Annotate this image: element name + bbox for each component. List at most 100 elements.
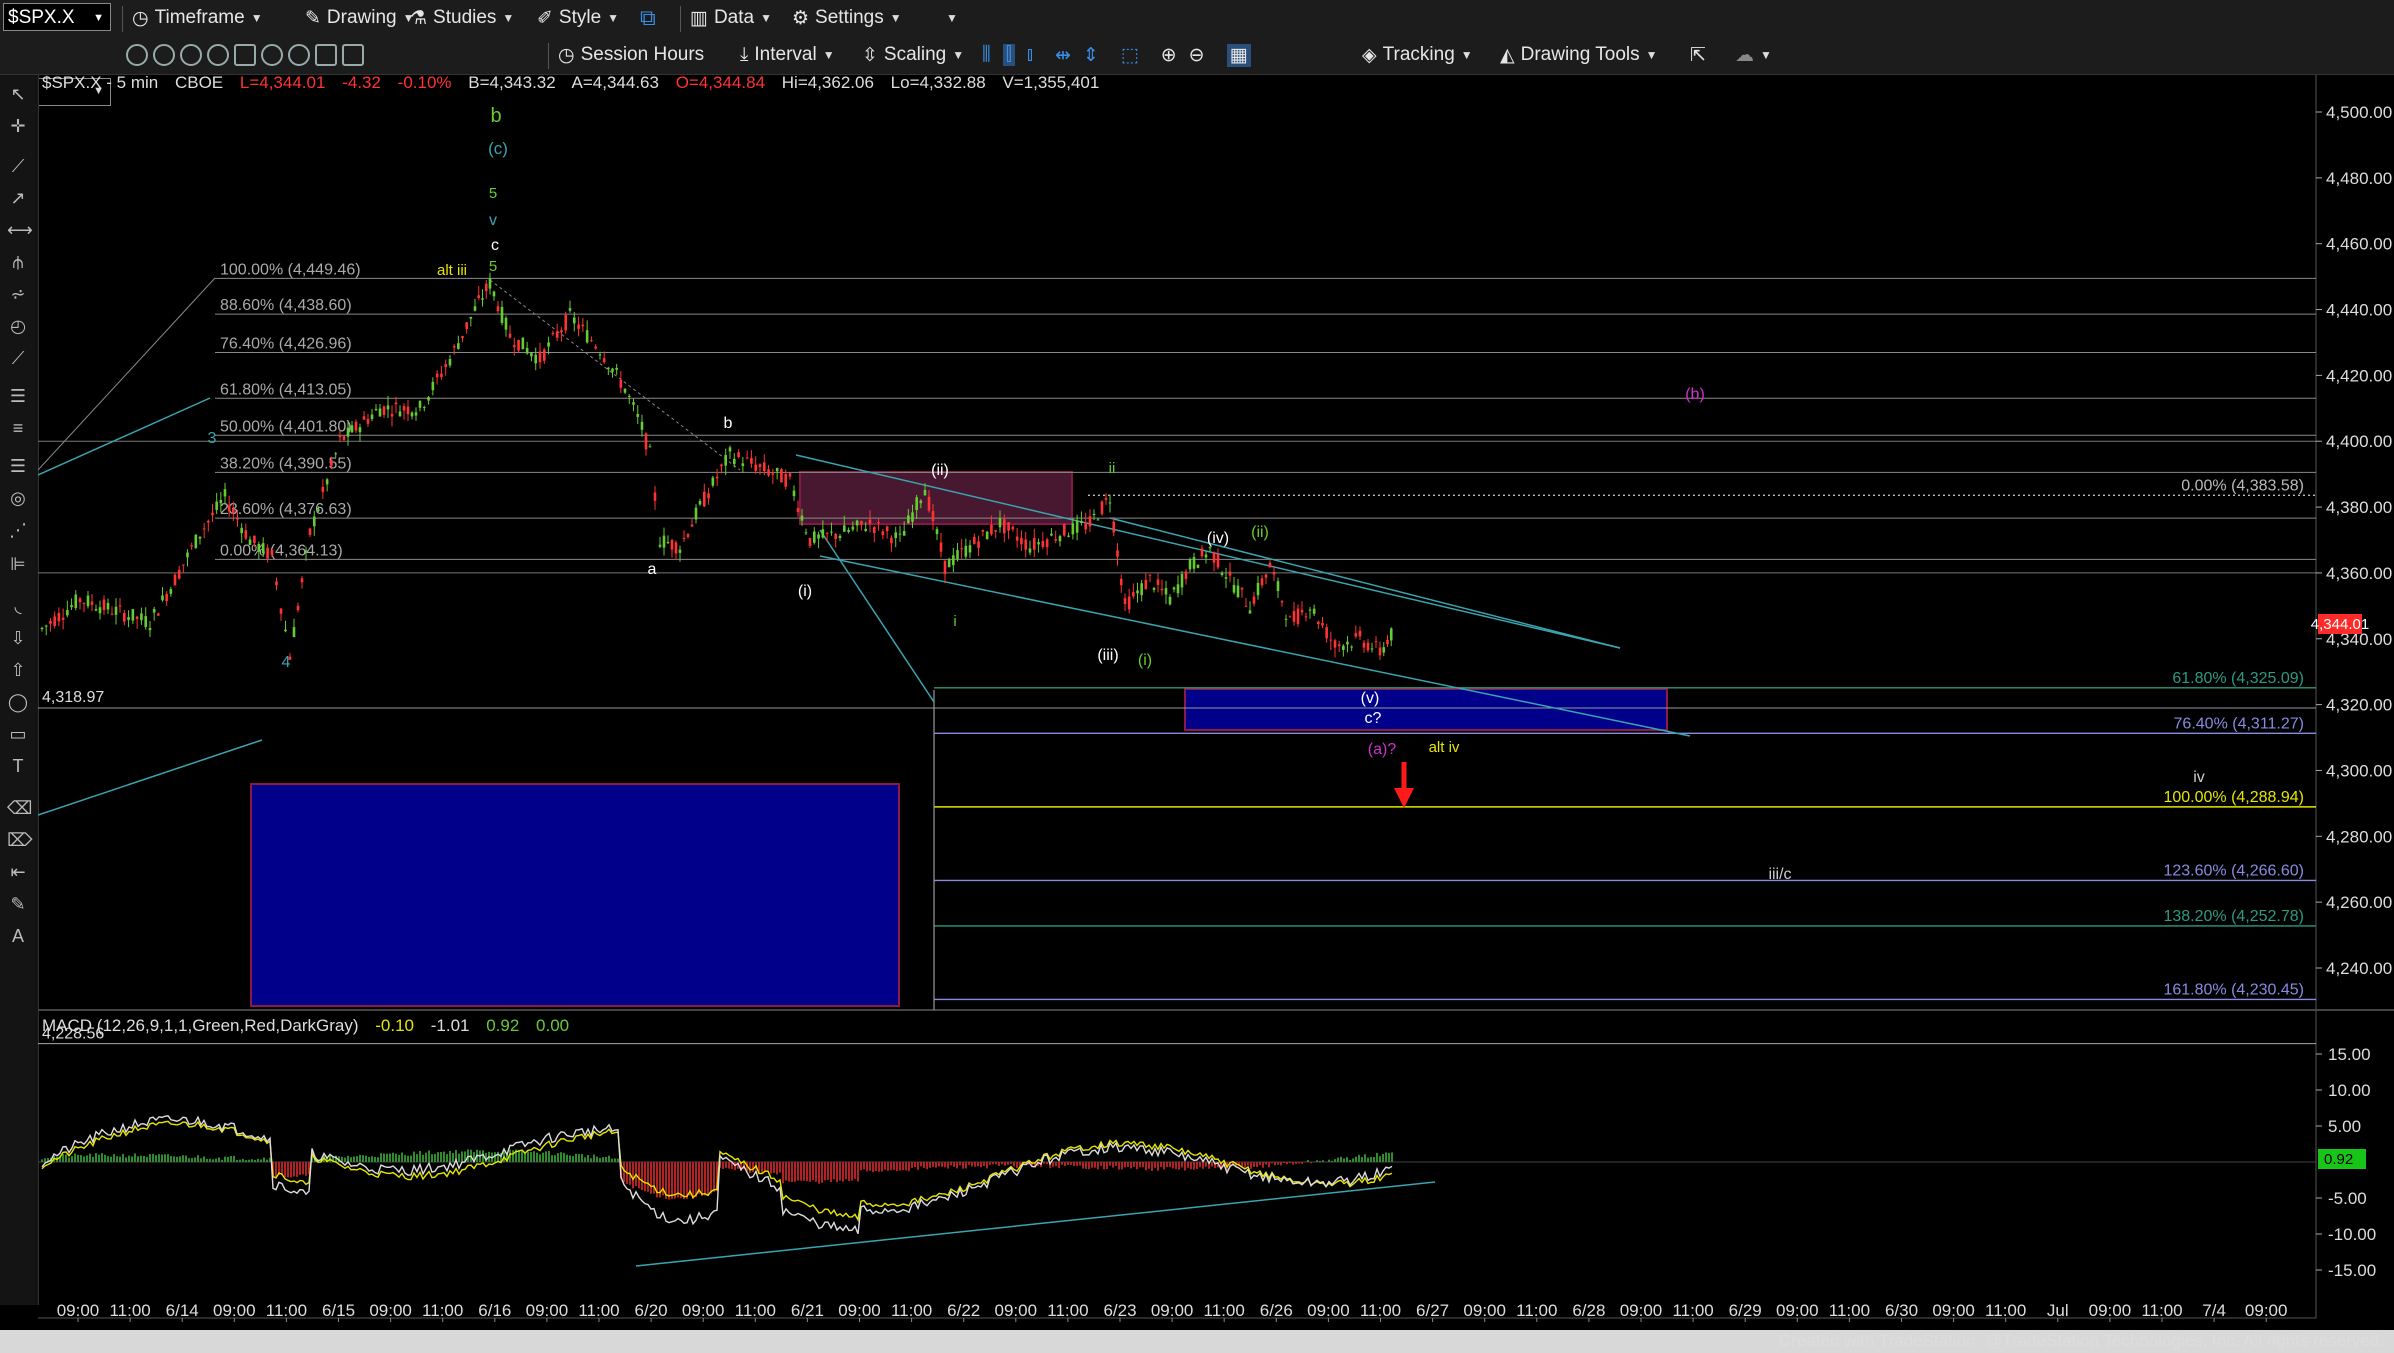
- export-button[interactable]: ⇱: [1690, 43, 1706, 67]
- candle-type-icon[interactable]: ⫿: [1002, 44, 1015, 66]
- timeframe-menu[interactable]: ◷ Timeframe ▼: [132, 6, 263, 30]
- speed-line-icon[interactable]: ⟋: [7, 347, 29, 369]
- symbol-selector[interactable]: $SPX.X ▼: [3, 3, 111, 31]
- trend-line[interactable]: [38, 397, 211, 476]
- gann-icon[interactable]: ☰: [7, 455, 29, 477]
- trend-line[interactable]: [819, 529, 935, 703]
- candle-body: [881, 531, 885, 536]
- zoom-in-icon[interactable]: ⊕: [1161, 44, 1177, 67]
- text-tool-icon[interactable]: T: [7, 755, 29, 777]
- erase-all-icon[interactable]: ⌦: [7, 829, 32, 851]
- image-icon[interactable]: [342, 44, 364, 66]
- macd-histogram-bar: [1271, 1162, 1273, 1164]
- fib-retracement-icon[interactable]: ⩫: [7, 283, 29, 305]
- horizontal-line-icon[interactable]: ⟷: [7, 219, 33, 241]
- drawing-menu[interactable]: ✎ Drawing ▼: [305, 6, 415, 30]
- wave-label: ii: [1109, 460, 1116, 477]
- price-chart[interactable]: 100.00% (4,449.46) 88.60% (4,438.60) 76.40…: [38, 75, 2394, 1330]
- macd-histogram-bar: [980, 1162, 982, 1168]
- macd-histogram-bar: [1355, 1156, 1357, 1162]
- target-zone-right[interactable]: [1184, 688, 1668, 731]
- macd-tick-label: 10.00: [2328, 1081, 2371, 1100]
- wave-label: b: [490, 105, 501, 127]
- candle-body: [935, 529, 939, 535]
- trend-line[interactable]: [795, 454, 1621, 649]
- crosshair-icon[interactable]: ✛: [7, 115, 29, 137]
- macd-histogram-bar: [1142, 1162, 1144, 1168]
- circle-icon[interactable]: [180, 44, 202, 66]
- snap-icon[interactable]: ⇤: [7, 861, 29, 883]
- candle-body: [568, 308, 572, 311]
- ray-icon[interactable]: ↗: [7, 187, 29, 209]
- macd-histogram-bar: [821, 1162, 823, 1183]
- macd-histogram-bar: [704, 1162, 706, 1196]
- target-icon[interactable]: ◎: [7, 487, 29, 509]
- zoom-y-icon[interactable]: ⇕: [1083, 44, 1099, 67]
- arrow-up-icon[interactable]: ⇧: [7, 659, 29, 681]
- style-menu[interactable]: ✐ Style ▼: [537, 6, 619, 30]
- grid-icon[interactable]: ▦: [1226, 43, 1251, 67]
- wave-label: alt iv: [1429, 739, 1460, 756]
- table-icon[interactable]: [315, 44, 337, 66]
- regression-icon[interactable]: ≡: [7, 417, 29, 439]
- macd-histogram-bar: [707, 1162, 709, 1197]
- eraser-icon[interactable]: ⌫: [7, 797, 32, 819]
- data-menu[interactable]: ▥ Data ▼: [690, 6, 772, 30]
- text-line-icon[interactable]: ⊫: [7, 553, 29, 575]
- macd-histogram-bar: [176, 1156, 178, 1162]
- arc-icon[interactable]: ◟: [7, 595, 29, 617]
- time-tick-label: 11:00: [735, 1301, 776, 1320]
- macd-histogram-bar: [1298, 1162, 1300, 1164]
- resistance-zone[interactable]: [799, 471, 1073, 525]
- arrow-down-icon[interactable]: ⇩: [7, 627, 29, 649]
- macd-histogram-bar: [605, 1156, 607, 1162]
- time-axis[interactable]: 09:00 11:00 6/14 09:00 11:00 6/15 09:00 11:00 6/…: [57, 1301, 2288, 1322]
- candle-body: [1296, 608, 1300, 624]
- cycle-icon[interactable]: ◴: [7, 315, 29, 337]
- trend-line[interactable]: [635, 1181, 1436, 1267]
- zoom-x-icon[interactable]: ⇹: [1055, 44, 1071, 67]
- circle-icon[interactable]: [126, 44, 148, 66]
- secondary-toolbar: ▼ ◷ Session Hours ⤓ Interval ▼ ⇳ Scaling ▼ ⫼ …: [0, 37, 2394, 106]
- studies-menu[interactable]: ⚗ Studies ▼: [410, 6, 514, 30]
- macd-histogram-bar: [854, 1162, 856, 1179]
- settings-menu[interactable]: ⚙ Settings ▼: [792, 6, 902, 30]
- session-hours-button[interactable]: ◷ Session Hours: [558, 43, 704, 67]
- ellipse-icon[interactable]: ◯: [7, 691, 29, 713]
- fib-extension-icon[interactable]: ☰: [7, 385, 29, 407]
- target-zone-left[interactable]: [250, 783, 900, 1007]
- cloud-icon[interactable]: [288, 44, 310, 66]
- circle-icon[interactable]: [153, 44, 175, 66]
- hollow-candle-icon[interactable]: ⫾: [1027, 44, 1033, 66]
- circle-icon[interactable]: [207, 44, 229, 66]
- pitchfork-icon[interactable]: ⋰: [7, 519, 29, 541]
- macd-histogram-bar: [764, 1162, 766, 1171]
- time-tick-label: 09:00: [2089, 1301, 2132, 1320]
- alert-tool-icon[interactable]: A: [7, 925, 29, 947]
- zoom-out-icon[interactable]: ⊖: [1189, 44, 1205, 67]
- link-button[interactable]: ☁ ▼: [1735, 43, 1772, 67]
- time-tick-label: 09:00: [213, 1301, 256, 1320]
- scaling-menu[interactable]: ⇳ Scaling ▼: [862, 43, 964, 67]
- more-menu[interactable]: ▼: [940, 6, 958, 30]
- candle-body: [1080, 520, 1083, 523]
- candle-body: [678, 549, 682, 553]
- split-icon[interactable]: ⬚: [1121, 44, 1139, 67]
- tracking-menu[interactable]: ◈ Tracking ▼: [1362, 43, 1473, 67]
- camera-icon[interactable]: [234, 44, 256, 66]
- price-axis[interactable]: 4,500.00 4,480.00 4,460.00 4,440.00 4,420.00…: [2316, 103, 2392, 978]
- wave-label: alt iii: [437, 262, 467, 279]
- candle-body: [304, 550, 308, 552]
- bar-type-icon[interactable]: ⫼: [982, 44, 991, 66]
- style-tool-icon[interactable]: ✎: [7, 893, 29, 915]
- drawing-tools-menu[interactable]: ◭ Drawing Tools ▼: [1500, 43, 1658, 67]
- macd-histogram-bar: [1055, 1162, 1057, 1167]
- interval-menu[interactable]: ⤓ Interval ▼: [740, 43, 835, 67]
- trend-line[interactable]: [38, 739, 263, 816]
- layout-button[interactable]: ⧉: [640, 5, 656, 30]
- rectangle-icon[interactable]: ▭: [7, 723, 29, 745]
- trendline-icon[interactable]: ⟋: [7, 155, 29, 177]
- circle-icon[interactable]: [261, 44, 283, 66]
- channel-icon[interactable]: ⫛: [7, 251, 29, 273]
- pointer-icon[interactable]: ↖: [7, 83, 29, 105]
